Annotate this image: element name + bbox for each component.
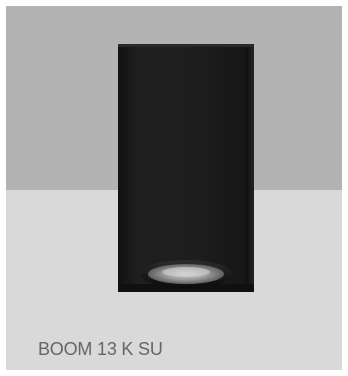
luminaire-body — [118, 44, 254, 292]
product-image[interactable] — [6, 6, 342, 306]
luminaire-side — [246, 44, 254, 292]
luminaire-top-edge — [118, 44, 254, 47]
lens-highlight — [162, 267, 210, 277]
product-name[interactable]: BOOM 13 K SU — [38, 338, 163, 360]
product-card[interactable]: BOOM 13 K SU — [6, 6, 342, 370]
